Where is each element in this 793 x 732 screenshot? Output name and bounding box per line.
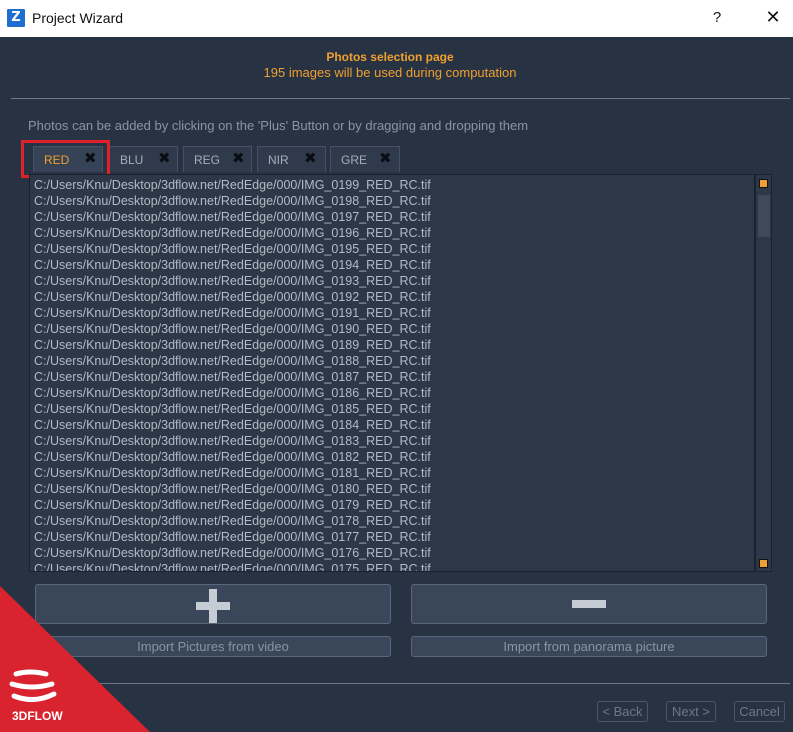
list-item[interactable]: C:/Users/Knu/Desktop/3dflow.net/RedEdge/… xyxy=(34,273,431,289)
page-title: Photos selection page xyxy=(326,50,454,64)
list-item[interactable]: C:/Users/Knu/Desktop/3dflow.net/RedEdge/… xyxy=(34,353,431,369)
file-list[interactable]: C:/Users/Knu/Desktop/3dflow.net/RedEdge/… xyxy=(29,174,755,572)
list-item[interactable]: C:/Users/Knu/Desktop/3dflow.net/RedEdge/… xyxy=(34,289,431,305)
tab-reg[interactable]: REG ✖ xyxy=(183,146,252,172)
list-item[interactable]: C:/Users/Knu/Desktop/3dflow.net/RedEdge/… xyxy=(34,401,431,417)
list-item[interactable]: C:/Users/Knu/Desktop/3dflow.net/RedEdge/… xyxy=(34,497,431,513)
list-item[interactable]: C:/Users/Knu/Desktop/3dflow.net/RedEdge/… xyxy=(34,257,431,273)
tab-close-icon[interactable]: ✖ xyxy=(304,149,317,167)
list-item[interactable]: C:/Users/Knu/Desktop/3dflow.net/RedEdge/… xyxy=(34,481,431,497)
scroll-thumb[interactable] xyxy=(758,195,770,237)
tab-close-icon[interactable]: ✖ xyxy=(232,149,245,167)
scroll-up-arrow[interactable] xyxy=(759,179,768,188)
highlight-annotation xyxy=(21,140,110,178)
list-item[interactable]: C:/Users/Knu/Desktop/3dflow.net/RedEdge/… xyxy=(34,417,431,433)
list-item[interactable]: C:/Users/Knu/Desktop/3dflow.net/RedEdge/… xyxy=(34,225,431,241)
minus-icon xyxy=(572,600,606,608)
tab-close-icon[interactable]: ✖ xyxy=(158,149,171,167)
cancel-button[interactable]: Cancel xyxy=(734,701,785,722)
list-item[interactable]: C:/Users/Knu/Desktop/3dflow.net/RedEdge/… xyxy=(34,209,431,225)
tab-blu[interactable]: BLU ✖ xyxy=(109,146,178,172)
back-button[interactable]: < Back xyxy=(597,701,648,722)
next-button[interactable]: Next > xyxy=(666,701,716,722)
app-icon: Z xyxy=(7,9,25,27)
list-item[interactable]: C:/Users/Knu/Desktop/3dflow.net/RedEdge/… xyxy=(34,513,431,529)
help-button[interactable]: ? xyxy=(705,6,729,30)
list-item[interactable]: C:/Users/Knu/Desktop/3dflow.net/RedEdge/… xyxy=(34,561,431,571)
list-item[interactable]: C:/Users/Knu/Desktop/3dflow.net/RedEdge/… xyxy=(34,177,431,193)
list-item[interactable]: C:/Users/Knu/Desktop/3dflow.net/RedEdge/… xyxy=(34,449,431,465)
tab-label: REG xyxy=(194,153,221,167)
list-item[interactable]: C:/Users/Knu/Desktop/3dflow.net/RedEdge/… xyxy=(34,433,431,449)
tab-label: GRE xyxy=(341,153,368,167)
tab-label: BLU xyxy=(120,153,144,167)
tab-nir[interactable]: NIR ✖ xyxy=(257,146,326,172)
import-panorama-button[interactable]: Import from panorama picture xyxy=(411,636,767,657)
instruction-text: Photos can be added by clicking on the '… xyxy=(28,118,529,133)
page-subtitle: 195 images will be used during computati… xyxy=(263,65,517,80)
list-item[interactable]: C:/Users/Knu/Desktop/3dflow.net/RedEdge/… xyxy=(34,529,431,545)
close-button[interactable]: ✕ xyxy=(760,6,786,30)
vertical-scrollbar[interactable] xyxy=(755,174,772,572)
tab-gre[interactable]: GRE ✖ xyxy=(330,146,400,172)
scroll-down-arrow[interactable] xyxy=(759,559,768,568)
list-item[interactable]: C:/Users/Knu/Desktop/3dflow.net/RedEdge/… xyxy=(34,369,431,385)
logo-text: 3DFLOW xyxy=(12,709,63,723)
list-item[interactable]: C:/Users/Knu/Desktop/3dflow.net/RedEdge/… xyxy=(34,545,431,561)
header-divider xyxy=(11,98,790,99)
list-item[interactable]: C:/Users/Knu/Desktop/3dflow.net/RedEdge/… xyxy=(34,465,431,481)
plus-icon xyxy=(209,589,217,623)
list-item[interactable]: C:/Users/Knu/Desktop/3dflow.net/RedEdge/… xyxy=(34,385,431,401)
tab-close-icon[interactable]: ✖ xyxy=(379,149,392,167)
list-item[interactable]: C:/Users/Knu/Desktop/3dflow.net/RedEdge/… xyxy=(34,193,431,209)
list-item[interactable]: C:/Users/Knu/Desktop/3dflow.net/RedEdge/… xyxy=(34,337,431,353)
list-item[interactable]: C:/Users/Knu/Desktop/3dflow.net/RedEdge/… xyxy=(34,321,431,337)
tab-label: NIR xyxy=(268,153,289,167)
title-bar: Z Project Wizard ? ✕ xyxy=(0,0,793,37)
list-item[interactable]: C:/Users/Knu/Desktop/3dflow.net/RedEdge/… xyxy=(34,241,431,257)
window-title: Project Wizard xyxy=(32,10,124,26)
list-item[interactable]: C:/Users/Knu/Desktop/3dflow.net/RedEdge/… xyxy=(34,305,431,321)
